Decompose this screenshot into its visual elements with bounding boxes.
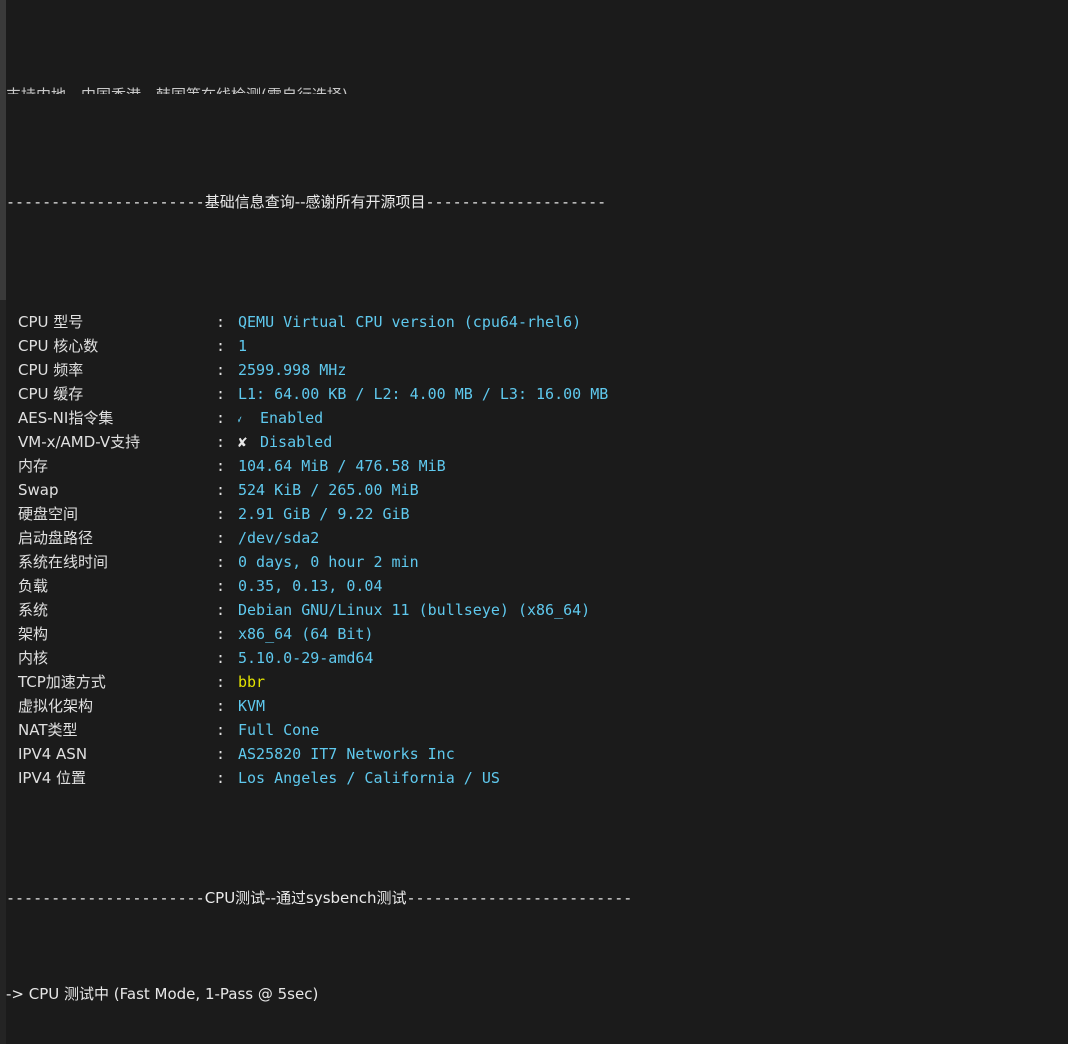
cpu-test-status: -> CPU 测试中 (Fast Mode, 1-Pass @ 5sec) <box>6 985 319 1003</box>
info-row-value: Debian GNU/Linux 11 (bullseye) (x86_64) <box>238 601 591 619</box>
info-row-separator: : <box>216 385 226 403</box>
info-row-value: KVM <box>238 697 266 715</box>
info-row-value: L1: 64.00 KB / L2: 4.00 MB / L3: 16.00 M… <box>238 385 609 403</box>
scrollbar-thumb[interactable] <box>0 0 6 300</box>
info-row-label: AES-NI指令集 <box>18 409 114 427</box>
info-row-label: 负载 <box>18 577 49 595</box>
cross-icon: ✘ <box>238 433 248 451</box>
info-row-label: 架构 <box>18 625 49 643</box>
info-row-separator: : <box>216 313 226 331</box>
info-row-value: QEMU Virtual CPU version (cpu64-rhel6) <box>238 313 582 331</box>
info-row: 硬盘空间:2.91 GiB / 9.22 GiB <box>6 502 1068 526</box>
info-row-label: 内存 <box>18 457 49 475</box>
info-row: 系统: Debian GNU/Linux 11 (bullseye) (x86_6… <box>6 598 1068 622</box>
info-row: 架构: x86_64 (64 Bit) <box>6 622 1068 646</box>
divider-basic-info: ----------------------基础信息查询--感谢所有开源项目--… <box>6 190 1068 214</box>
divider-title: 基础信息查询--感谢所有开源项目 <box>204 193 426 211</box>
info-row-label: Swap <box>18 481 59 499</box>
info-row: IPV4 位置: Los Angeles / California / US <box>6 766 1068 790</box>
divider-title: CPU测试--通过sysbench测试 <box>204 889 407 907</box>
info-row-label: 启动盘路径 <box>18 529 94 547</box>
scrollbar-track[interactable] <box>0 0 6 1044</box>
divider-right: -------------------- <box>425 193 607 211</box>
info-row: CPU 核心数:1 <box>6 334 1068 358</box>
info-row: AES-NI指令集: ✔ Enabled <box>6 406 1068 430</box>
info-row-value: 2599.998 MHz <box>238 361 347 379</box>
info-row-separator: : <box>216 673 226 691</box>
info-row-label: VM-x/AMD-V支持 <box>18 433 141 451</box>
info-row-value: 2.91 GiB / 9.22 GiB <box>238 505 410 523</box>
info-row-value: 524 KiB / 265.00 MiB <box>238 481 419 499</box>
info-row: CPU 型号: QEMU Virtual CPU version (cpu64-r… <box>6 310 1068 334</box>
info-row: 虚拟化架构: KVM <box>6 694 1068 718</box>
info-row-separator: : <box>216 769 226 787</box>
info-row-label: 内核 <box>18 649 49 667</box>
info-row-separator: : <box>216 361 226 379</box>
info-row-separator: : <box>216 505 226 523</box>
info-row: 内核:5.10.0-29-amd64 <box>6 646 1068 670</box>
info-row-separator: : <box>216 553 226 571</box>
info-row: CPU 频率:2599.998 MHz <box>6 358 1068 382</box>
terminal-window: 支持内地、中国香港、韩国等在线检测(需自行选择) ---------------… <box>0 0 1068 1044</box>
info-row: VM-x/AMD-V支持: ✘ Disabled <box>6 430 1068 454</box>
info-row-value: Los Angeles / California / US <box>238 769 500 787</box>
info-row-separator: : <box>216 529 226 547</box>
info-row-label: CPU 缓存 <box>18 385 84 403</box>
info-row-separator: : <box>216 433 226 451</box>
info-row: IPV4 ASN: AS25820 IT7 Networks Inc <box>6 742 1068 766</box>
info-row-separator: : <box>216 697 226 715</box>
info-row-value: 0 days, 0 hour 2 min <box>238 553 419 571</box>
info-row-value: Disabled <box>260 433 333 451</box>
info-row-separator: : <box>216 481 226 499</box>
info-row-value: /dev/sda2 <box>238 529 320 547</box>
info-row-label: 系统 <box>18 601 49 619</box>
top-partial-line: 支持内地、中国香港、韩国等在线检测(需自行选择) <box>6 83 1068 94</box>
check-icon: ✔ <box>238 412 242 426</box>
info-row-separator: : <box>216 577 226 595</box>
info-row-label: CPU 型号 <box>18 313 84 331</box>
info-row-value: Enabled <box>260 409 324 427</box>
info-row-label: IPV4 ASN <box>18 745 88 763</box>
info-row-value: AS25820 IT7 Networks Inc <box>238 745 455 763</box>
info-row-separator: : <box>216 745 226 763</box>
info-row-separator: : <box>216 409 226 427</box>
info-row-label: 硬盘空间 <box>18 505 79 523</box>
info-row-value: Full Cone <box>238 721 320 739</box>
info-row: Swap:524 KiB / 265.00 MiB <box>6 478 1068 502</box>
info-row: TCP加速方式: bbr <box>6 670 1068 694</box>
divider-right: ------------------------- <box>406 889 633 907</box>
info-row-value: 0.35, 0.13, 0.04 <box>238 577 383 595</box>
info-row-value: 104.64 MiB / 476.58 MiB <box>238 457 446 475</box>
info-row-value: 1 <box>238 337 248 355</box>
info-row: 内存:104.64 MiB / 476.58 MiB <box>6 454 1068 478</box>
info-row-label: NAT类型 <box>18 721 78 739</box>
info-row: 系统在线时间:0 days, 0 hour 2 min <box>6 550 1068 574</box>
top-partial-text: 支持内地、中国香港、韩国等在线检测(需自行选择) <box>6 86 348 94</box>
info-row-value: 5.10.0-29-amd64 <box>238 649 374 667</box>
divider-left: ---------------------- <box>6 193 205 211</box>
info-row-separator: : <box>216 625 226 643</box>
info-row-label: 系统在线时间 <box>18 553 109 571</box>
divider-left: ---------------------- <box>6 889 205 907</box>
info-row: 启动盘路径: /dev/sda2 <box>6 526 1068 550</box>
info-row: 负载:0.35, 0.13, 0.04 <box>6 574 1068 598</box>
info-row-label: CPU 频率 <box>18 361 84 379</box>
info-row: NAT类型: Full Cone <box>6 718 1068 742</box>
info-row: CPU 缓存: L1: 64.00 KB / L2: 4.00 MB / L3: … <box>6 382 1068 406</box>
divider-cpu-test: ----------------------CPU测试--通过sysbench测… <box>6 886 1068 910</box>
info-row-label: CPU 核心数 <box>18 337 99 355</box>
basic-info-rows: CPU 型号: QEMU Virtual CPU version (cpu64-r… <box>6 310 1068 790</box>
terminal-screen: 支持内地、中国香港、韩国等在线检测(需自行选择) ---------------… <box>6 0 1068 1044</box>
info-row-separator: : <box>216 601 226 619</box>
info-row-separator: : <box>216 457 226 475</box>
info-row-label: 虚拟化架构 <box>18 697 94 715</box>
info-row-separator: : <box>216 649 226 667</box>
info-row-label: TCP加速方式 <box>18 673 106 691</box>
info-row-separator: : <box>216 721 226 739</box>
info-row-separator: : <box>216 337 226 355</box>
info-row-value: x86_64 (64 Bit) <box>238 625 374 643</box>
info-row-value: bbr <box>238 673 266 691</box>
info-row-label: IPV4 位置 <box>18 769 87 787</box>
